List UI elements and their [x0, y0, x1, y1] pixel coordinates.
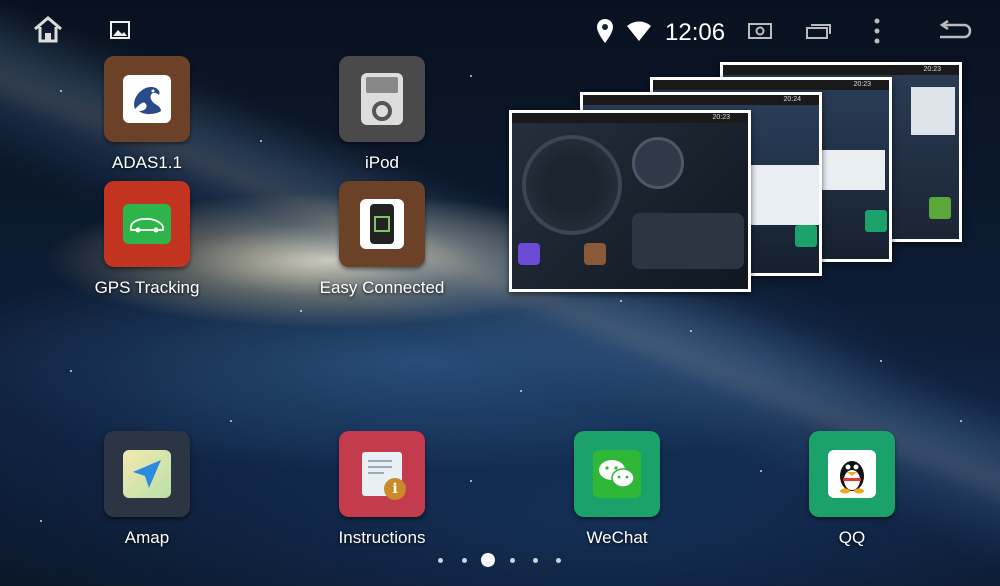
wifi-icon [626, 20, 652, 47]
penguin-icon [828, 450, 876, 498]
app-label: ADAS1.1 [112, 153, 182, 172]
app-tile [339, 181, 425, 267]
navigation-arrow-icon [123, 450, 171, 498]
wechat-icon [593, 450, 641, 498]
ipod-icon [361, 73, 403, 125]
app-amap[interactable]: Amap [72, 431, 222, 548]
app-tile [809, 431, 895, 517]
recent-apps-icon[interactable] [806, 22, 832, 45]
page-dot[interactable] [438, 558, 443, 563]
app-tile [104, 431, 190, 517]
recent-card-time: 20:24 [583, 95, 819, 105]
status-clock: 12:06 [665, 19, 726, 46]
app-label: Easy Connected [319, 278, 445, 297]
app-easy-connected[interactable]: Easy Connected [307, 181, 457, 298]
app-instructions[interactable]: i Instructions [307, 431, 457, 548]
page-dot[interactable] [510, 558, 515, 563]
recent-card-time: 20:23 [723, 65, 959, 75]
app-tile [574, 431, 660, 517]
screenshot-icon[interactable] [748, 22, 772, 45]
app-ipod[interactable]: iPod [307, 56, 457, 173]
recent-card-screen: 20:23 [512, 113, 748, 289]
page-dot[interactable] [533, 558, 538, 563]
app-qq[interactable]: QQ [777, 431, 927, 548]
home-icon[interactable] [32, 14, 64, 49]
location-icon [596, 18, 614, 49]
back-icon[interactable] [936, 19, 972, 47]
app-label: Amap [124, 528, 170, 547]
gallery-icon[interactable] [110, 21, 130, 44]
car-icon [123, 204, 171, 244]
app-tile: i [339, 431, 425, 517]
app-label: iPod [364, 153, 400, 172]
recent-card-time: 20:23 [512, 113, 748, 123]
page-dot[interactable] [556, 558, 561, 563]
document-info-icon: i [362, 452, 406, 500]
app-wechat[interactable]: WeChat [542, 431, 692, 548]
status-bar: 12:06 [0, 0, 1000, 60]
app-gps-tracking[interactable]: GPS Tracking [72, 181, 222, 298]
overflow-menu-icon[interactable] [873, 18, 881, 49]
app-tile [339, 56, 425, 142]
app-adas[interactable]: ADAS1.1 [72, 56, 222, 173]
app-tile [104, 181, 190, 267]
page-dot[interactable] [462, 558, 467, 563]
app-label: Instructions [338, 528, 426, 547]
app-label: GPS Tracking [94, 278, 200, 297]
dragon-icon [123, 75, 171, 123]
app-label: QQ [838, 528, 866, 547]
phone-link-icon [360, 199, 404, 249]
recent-card-1[interactable]: 20:23 [509, 110, 751, 292]
page-indicator[interactable] [0, 552, 1000, 568]
app-tile [104, 56, 190, 142]
page-dot-active[interactable] [481, 553, 495, 567]
app-label: WeChat [586, 528, 648, 547]
